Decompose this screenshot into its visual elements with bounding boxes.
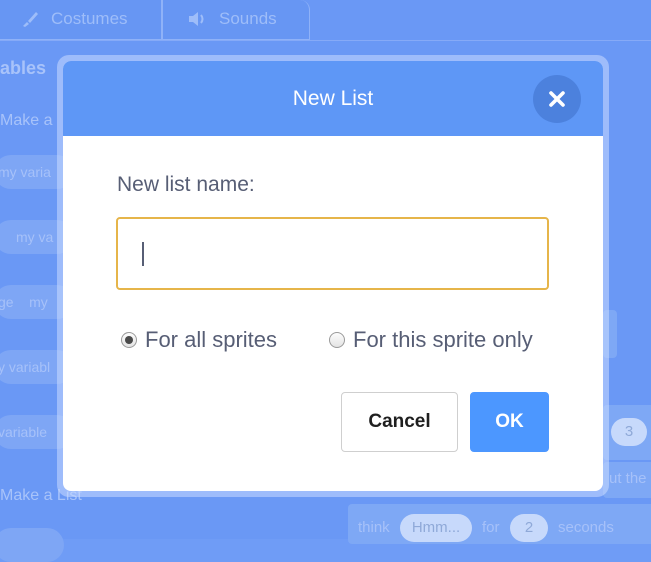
variable-name: my <box>29 294 48 310</box>
tab-label: Costumes <box>51 9 128 28</box>
seconds-input[interactable]: 2 <box>510 514 548 542</box>
block-text: ut the <box>609 470 647 487</box>
radio-label: For this sprite only <box>353 327 533 352</box>
speaker-icon <box>187 10 207 32</box>
block-prefix: ge <box>0 294 14 310</box>
text-cursor <box>142 242 144 266</box>
message-input[interactable]: Hmm... <box>400 514 472 542</box>
variable-name: my va <box>16 229 54 245</box>
new-list-dialog: New List New list name: For all sprites … <box>63 61 603 491</box>
block-text: seconds <box>558 519 614 536</box>
number-input[interactable]: 3 <box>611 418 647 446</box>
radio-button-checked[interactable] <box>121 332 137 348</box>
dialog-title: New List <box>292 87 374 110</box>
tab-divider <box>0 40 651 41</box>
tab-label: Sounds <box>219 9 277 28</box>
cancel-button[interactable]: Cancel <box>341 392 458 452</box>
radio-for-this-sprite-only[interactable]: For this sprite only <box>329 327 554 355</box>
variable-name: variable <box>0 424 48 440</box>
script-block[interactable]: ut the <box>603 462 651 498</box>
variable-name: y variabl <box>0 359 51 375</box>
category-heading: ables <box>0 58 47 78</box>
block-text: for <box>482 519 500 536</box>
ok-button[interactable]: OK <box>470 392 549 452</box>
script-block[interactable]: 3 <box>603 405 651 460</box>
radio-for-all-sprites[interactable]: For all sprites <box>121 327 296 355</box>
radio-button-unchecked[interactable] <box>329 332 345 348</box>
make-variable-button[interactable]: Make a <box>0 112 52 130</box>
close-button[interactable] <box>533 75 581 123</box>
tab-costumes[interactable]: Costumes <box>0 0 162 40</box>
close-icon <box>549 91 565 107</box>
think-block[interactable]: think Hmm... for 2 seconds <box>348 504 651 544</box>
tab-sounds[interactable]: Sounds <box>162 0 310 40</box>
list-reporter[interactable] <box>0 528 64 562</box>
list-name-label: New list name: <box>117 173 255 196</box>
block-text: think <box>358 519 390 536</box>
variable-name: my varia <box>0 164 51 180</box>
radio-label: For all sprites <box>145 327 278 352</box>
list-name-input[interactable] <box>116 217 549 290</box>
brush-icon <box>21 10 39 32</box>
